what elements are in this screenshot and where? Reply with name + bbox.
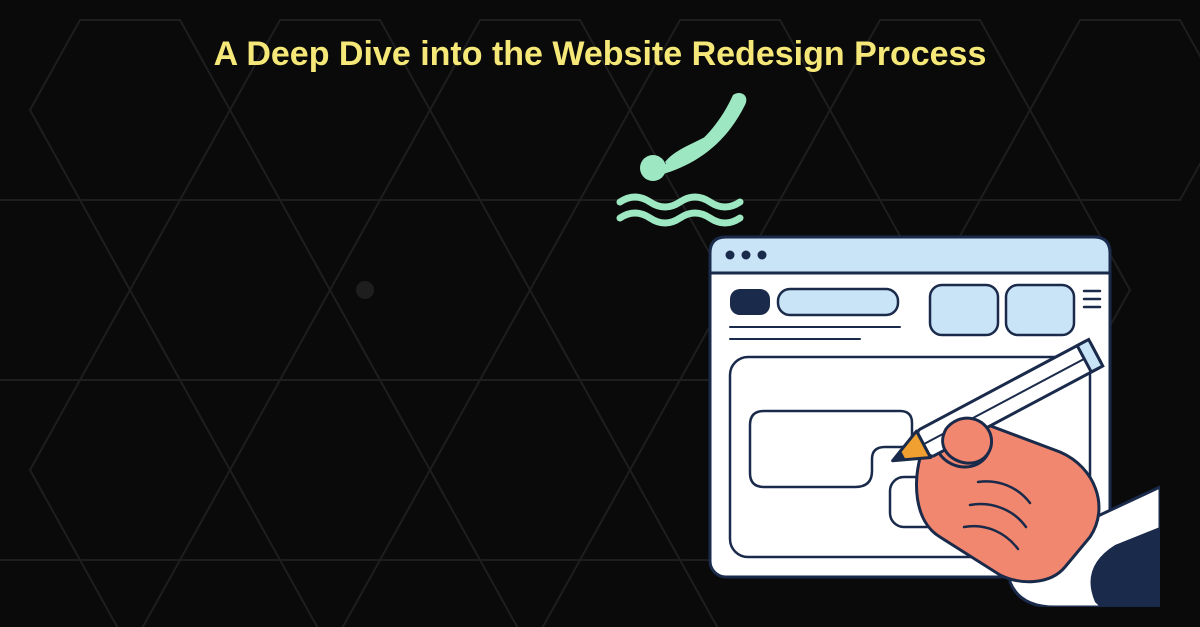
- waves-icon: [620, 197, 740, 223]
- browser-design-illustration: [700, 227, 1160, 607]
- diver-icon: [605, 90, 765, 230]
- page-title: A Deep Dive into the Website Redesign Pr…: [0, 30, 1200, 79]
